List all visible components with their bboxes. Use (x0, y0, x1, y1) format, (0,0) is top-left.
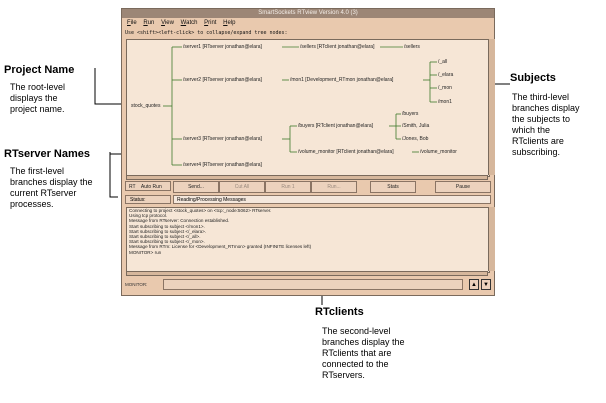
callout-line: RTclients are (512, 136, 564, 146)
tree-root-node[interactable]: stock_quotes (131, 103, 160, 109)
run-button[interactable]: Run... (311, 181, 357, 193)
send-button[interactable]: Send... (173, 181, 219, 193)
rtclients-callout-title: RTclients (315, 306, 364, 318)
status-label: Status: (125, 195, 171, 204)
callout-line: displays the (10, 93, 58, 103)
status-row: Status: Reading/Processing Messages (125, 195, 491, 205)
tree-subject-node[interactable]: /_all (438, 59, 447, 65)
callout-line: RTservers. (322, 370, 365, 380)
rtserver-callout-body: The first-level branches display the cur… (10, 166, 93, 210)
tree-view[interactable]: stock_quotes /server1 [RTserver jonathan… (126, 39, 490, 177)
menu-watch[interactable]: Watch (181, 18, 198, 28)
command-label: MONITOR: (125, 282, 148, 287)
menu-view[interactable]: View (161, 18, 174, 28)
tree-horizontal-scrollbar[interactable] (126, 175, 488, 180)
rt-toggle-label: RT (129, 184, 136, 190)
callout-line: The second-level (322, 326, 391, 336)
subjects-callout-body: The third-level branches display the sub… (512, 92, 580, 158)
callout-line: branches display the (322, 337, 405, 347)
down-arrow-icon: ▼ (483, 282, 489, 288)
callout-line: The third-level (512, 92, 570, 102)
menu-print[interactable]: Print (204, 18, 216, 28)
tree-subject-node[interactable]: /_mon (438, 85, 452, 91)
menu-file[interactable]: File (127, 18, 137, 28)
up-arrow-icon: ▲ (471, 282, 477, 288)
tree-server-node[interactable]: /server1 [RTserver jonathan@elara] (183, 44, 262, 50)
tree-subject-node[interactable]: /Jones, Bob (402, 136, 428, 142)
tree-branch-lines (163, 46, 437, 166)
cut-all-button[interactable]: Cut All (219, 181, 265, 193)
rtserver-callout-title: RTserver Names (4, 148, 91, 160)
menu-help[interactable]: Help (223, 18, 235, 28)
message-log[interactable]: Connecting to project <stock_quotes> on … (126, 207, 490, 273)
tree-client-node[interactable]: /sellers [RTclient jonathan@elara] (300, 44, 374, 50)
pause-button[interactable]: Pause (435, 181, 491, 193)
tree-subject-node[interactable]: /sellers (404, 44, 420, 50)
menu-bar: File Run View Watch Print Help (122, 18, 494, 28)
subjects-callout-title: Subjects (510, 72, 556, 84)
up-arrow-button[interactable]: ▲ (469, 279, 479, 290)
project-callout-title: Project Name (4, 64, 75, 76)
tree-subject-node[interactable]: /_elara (438, 72, 453, 78)
callout-line: which the (512, 125, 551, 135)
tree-server-node[interactable]: /server4 [RTserver jonathan@elara] (183, 162, 262, 168)
callout-line: branches display the (10, 177, 93, 187)
tree-subject-node[interactable]: /buyers (402, 111, 418, 117)
run-1-button[interactable]: Run 1 (265, 181, 311, 193)
callout-line: project name. (10, 104, 65, 114)
window-title: SmartSockets RTview Version 4.0 (3) (122, 9, 494, 18)
log-line: MONITOR> run (129, 249, 162, 255)
status-text: Reading/Processing Messages (173, 195, 491, 204)
tree-subject-node[interactable]: /mon1 (438, 99, 452, 105)
callout-line: The first-level (10, 166, 65, 176)
down-arrow-button[interactable]: ▼ (481, 279, 491, 290)
callout-line: current RTserver (10, 188, 77, 198)
callout-line: connected to the (322, 359, 389, 369)
tree-client-node[interactable]: /mon1 [Development_RTmon jonathan@elara] (290, 77, 393, 83)
tree-client-node[interactable]: /buyers [RTclient jonathan@elara] (298, 123, 373, 129)
rtclients-callout-body: The second-level branches display the RT… (322, 326, 405, 381)
log-vertical-scrollbar[interactable] (488, 207, 495, 271)
tree-vertical-scrollbar[interactable] (488, 39, 495, 175)
rtserver-callout-line-low (109, 152, 118, 198)
callout-line: branches display (512, 103, 580, 113)
auto-run-label: Auto Run (140, 184, 162, 190)
tree-client-node[interactable]: /volume_monitor [RTclient jonathan@elara… (298, 149, 394, 155)
tree-subject-node[interactable]: /volume_monitor (420, 149, 457, 155)
tree-subject-node[interactable]: /Smith, Julia (402, 123, 429, 129)
menu-run[interactable]: Run (143, 18, 154, 28)
rtview-window: SmartSockets RTview Version 4.0 (3) File… (121, 8, 495, 296)
callout-line: the subjects to (512, 114, 571, 124)
callout-line: RTclients that are (322, 348, 392, 358)
stats-button[interactable]: Stats (370, 181, 416, 193)
button-bar: RT Auto Run Send... Cut All Run 1 Run...… (125, 181, 491, 193)
auto-run-button[interactable]: RT Auto Run (125, 181, 171, 191)
command-row: MONITOR: ▲ ▼ (125, 279, 491, 293)
project-callout-body: The root-level displays the project name… (10, 82, 65, 115)
tree-server-node[interactable]: /server3 [RTserver jonathan@elara] (183, 136, 262, 142)
callout-line: processes. (10, 199, 54, 209)
command-input[interactable] (163, 279, 463, 290)
callout-line: The root-level (10, 82, 66, 92)
tree-hint: Use <shift><left-click> to collapse/expa… (125, 30, 288, 36)
tree-server-node[interactable]: /server2 [RTserver jonathan@elara] (183, 77, 262, 83)
log-horizontal-scrollbar[interactable] (126, 271, 488, 276)
callout-line: subscribing. (512, 147, 561, 157)
